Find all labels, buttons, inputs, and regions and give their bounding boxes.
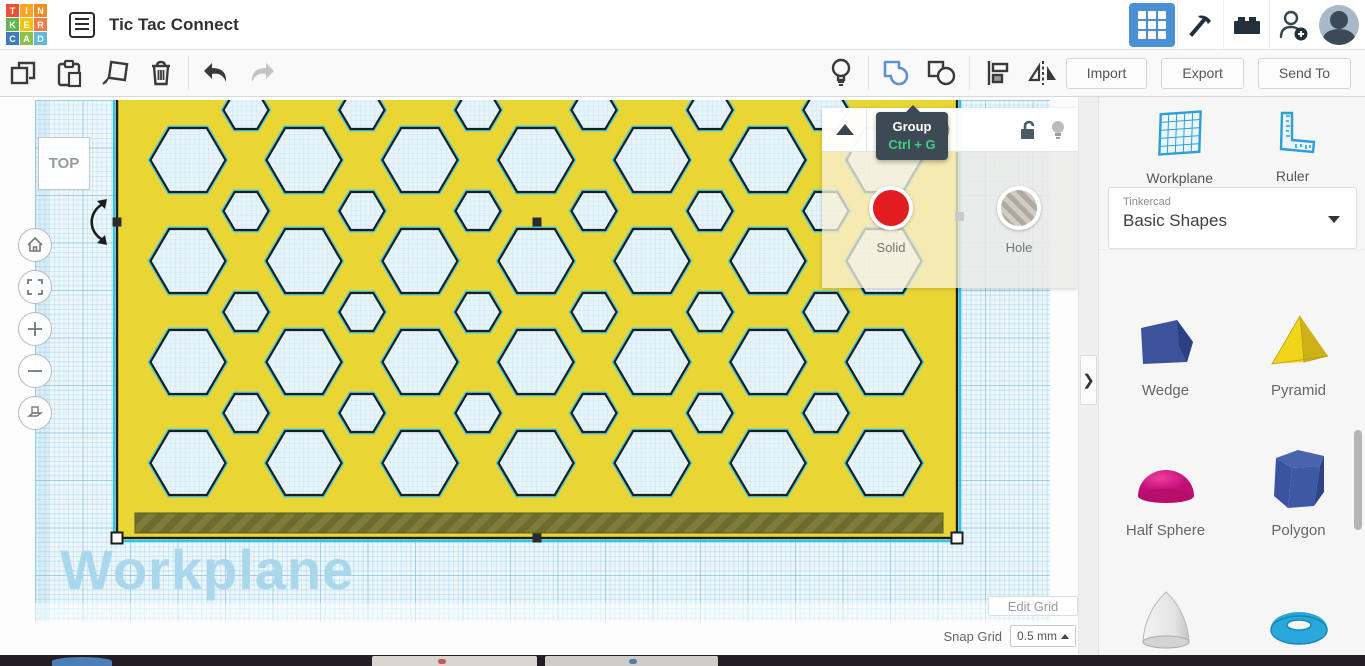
zoom-in-button[interactable] bbox=[18, 312, 52, 346]
import-button[interactable]: Import bbox=[1065, 57, 1148, 89]
workplane-tool[interactable]: Workplane bbox=[1146, 106, 1213, 186]
shape-torus[interactable]: Torus bbox=[1266, 547, 1332, 666]
paste-icon[interactable] bbox=[52, 56, 86, 90]
group-tooltip: Group Ctrl + G bbox=[876, 105, 948, 160]
ungroup-icon[interactable] bbox=[925, 56, 959, 90]
solid-option[interactable]: Solid bbox=[822, 152, 960, 288]
rotate-handle[interactable] bbox=[90, 202, 104, 242]
ruler-tool[interactable]: Ruler bbox=[1268, 108, 1318, 184]
flip-icon[interactable] bbox=[1026, 56, 1060, 90]
torus-icon bbox=[1269, 612, 1328, 645]
unlock-icon[interactable] bbox=[1018, 119, 1038, 141]
shape-library-select[interactable]: Tinkercad Basic Shapes bbox=[1108, 187, 1357, 249]
align-icon[interactable] bbox=[980, 56, 1014, 90]
shape-polygon[interactable]: Polygon bbox=[1266, 407, 1332, 547]
home-view-button[interactable] bbox=[18, 228, 52, 262]
invite-person-icon[interactable] bbox=[1269, 0, 1315, 49]
shape-gallery: Wedge Pyramid Half Sphere Polygon bbox=[1099, 257, 1365, 666]
tinkercad-app: TIN KER CAD Tic Tac Connect Import Expor… bbox=[0, 0, 1365, 666]
panel-gap: ❯ bbox=[1078, 97, 1098, 655]
workplane-toggle-button[interactable] bbox=[18, 396, 52, 430]
shape-half-sphere[interactable]: Half Sphere bbox=[1126, 407, 1205, 547]
solid-color-swatch[interactable] bbox=[869, 185, 913, 230]
export-button[interactable]: Export bbox=[1161, 57, 1244, 89]
show-all-icon[interactable] bbox=[824, 56, 858, 90]
design-title[interactable]: Tic Tac Connect bbox=[109, 15, 239, 35]
panel-divider-knob bbox=[955, 212, 964, 221]
account-avatar[interactable] bbox=[1319, 4, 1359, 45]
brick-icon[interactable] bbox=[1223, 0, 1269, 49]
polygon-icon bbox=[1273, 450, 1324, 508]
shape-inspector: Shapes (2) Solid Hole bbox=[822, 107, 1078, 288]
hole-swatch[interactable] bbox=[997, 185, 1041, 230]
wedge-icon bbox=[1140, 320, 1193, 364]
taskbar-app-fragment bbox=[52, 657, 112, 666]
grid-tiles bbox=[1138, 10, 1166, 39]
minecraft-pickaxe-icon[interactable] bbox=[1177, 0, 1223, 49]
redo-icon[interactable] bbox=[245, 56, 279, 90]
sidebar-scrollbar[interactable] bbox=[1354, 430, 1362, 530]
top-bar: TIN KER CAD Tic Tac Connect bbox=[0, 0, 1365, 50]
snap-grid-label: Snap Grid bbox=[943, 628, 1002, 644]
taskbar-window-fragment bbox=[545, 656, 718, 666]
shapes-sidebar: Workplane Ruler Tinkercad Basic Shapes W… bbox=[1098, 97, 1365, 666]
half-sphere-icon bbox=[1137, 470, 1194, 503]
copy-icon[interactable] bbox=[6, 56, 40, 90]
sendto-button[interactable]: Send To bbox=[1257, 57, 1351, 89]
shape-pyramid[interactable]: Pyramid bbox=[1266, 267, 1332, 407]
tinkercad-logo[interactable]: TIN KER CAD bbox=[6, 4, 47, 45]
pyramid-icon bbox=[1270, 314, 1328, 365]
design-canvas[interactable]: Workplane TOP Solid Hole Group Ctrl + G … bbox=[0, 97, 1078, 655]
dashboard-grid-icon[interactable] bbox=[1129, 2, 1175, 47]
snap-grid-select[interactable]: 0.5 mm bbox=[1010, 625, 1076, 647]
fit-view-button[interactable] bbox=[18, 270, 52, 304]
duplicate-icon[interactable] bbox=[98, 56, 132, 90]
group-icon[interactable] bbox=[879, 56, 913, 90]
edit-grid-button[interactable]: Edit Grid bbox=[988, 596, 1078, 616]
caret-up-icon bbox=[1061, 633, 1069, 639]
inspector-header: Shapes (2) bbox=[822, 107, 1078, 152]
edit-toolbar: Import Export Send To bbox=[0, 50, 1365, 97]
os-taskbar[interactable] bbox=[0, 655, 1365, 666]
undo-icon[interactable] bbox=[199, 56, 233, 90]
design-menu-icon[interactable] bbox=[69, 11, 95, 38]
shape-wedge[interactable]: Wedge bbox=[1133, 267, 1199, 407]
delete-icon[interactable] bbox=[144, 56, 178, 90]
collapse-arrow-icon[interactable] bbox=[836, 124, 854, 135]
zoom-out-button[interactable] bbox=[18, 354, 52, 388]
hide-lightbulb-icon[interactable] bbox=[1050, 119, 1066, 141]
sidebar-collapse-tab[interactable]: ❯ bbox=[1080, 355, 1097, 405]
shape-paraboloid[interactable]: Paraboloid bbox=[1130, 547, 1201, 666]
ruler-icon bbox=[1279, 111, 1315, 153]
workplane-icon bbox=[1157, 109, 1202, 156]
caret-down-icon bbox=[1328, 216, 1340, 223]
taskbar-window-fragment bbox=[372, 656, 537, 666]
view-cube[interactable]: TOP bbox=[38, 137, 90, 190]
paraboloid-icon bbox=[1141, 591, 1190, 649]
hole-option[interactable]: Hole bbox=[960, 152, 1078, 288]
